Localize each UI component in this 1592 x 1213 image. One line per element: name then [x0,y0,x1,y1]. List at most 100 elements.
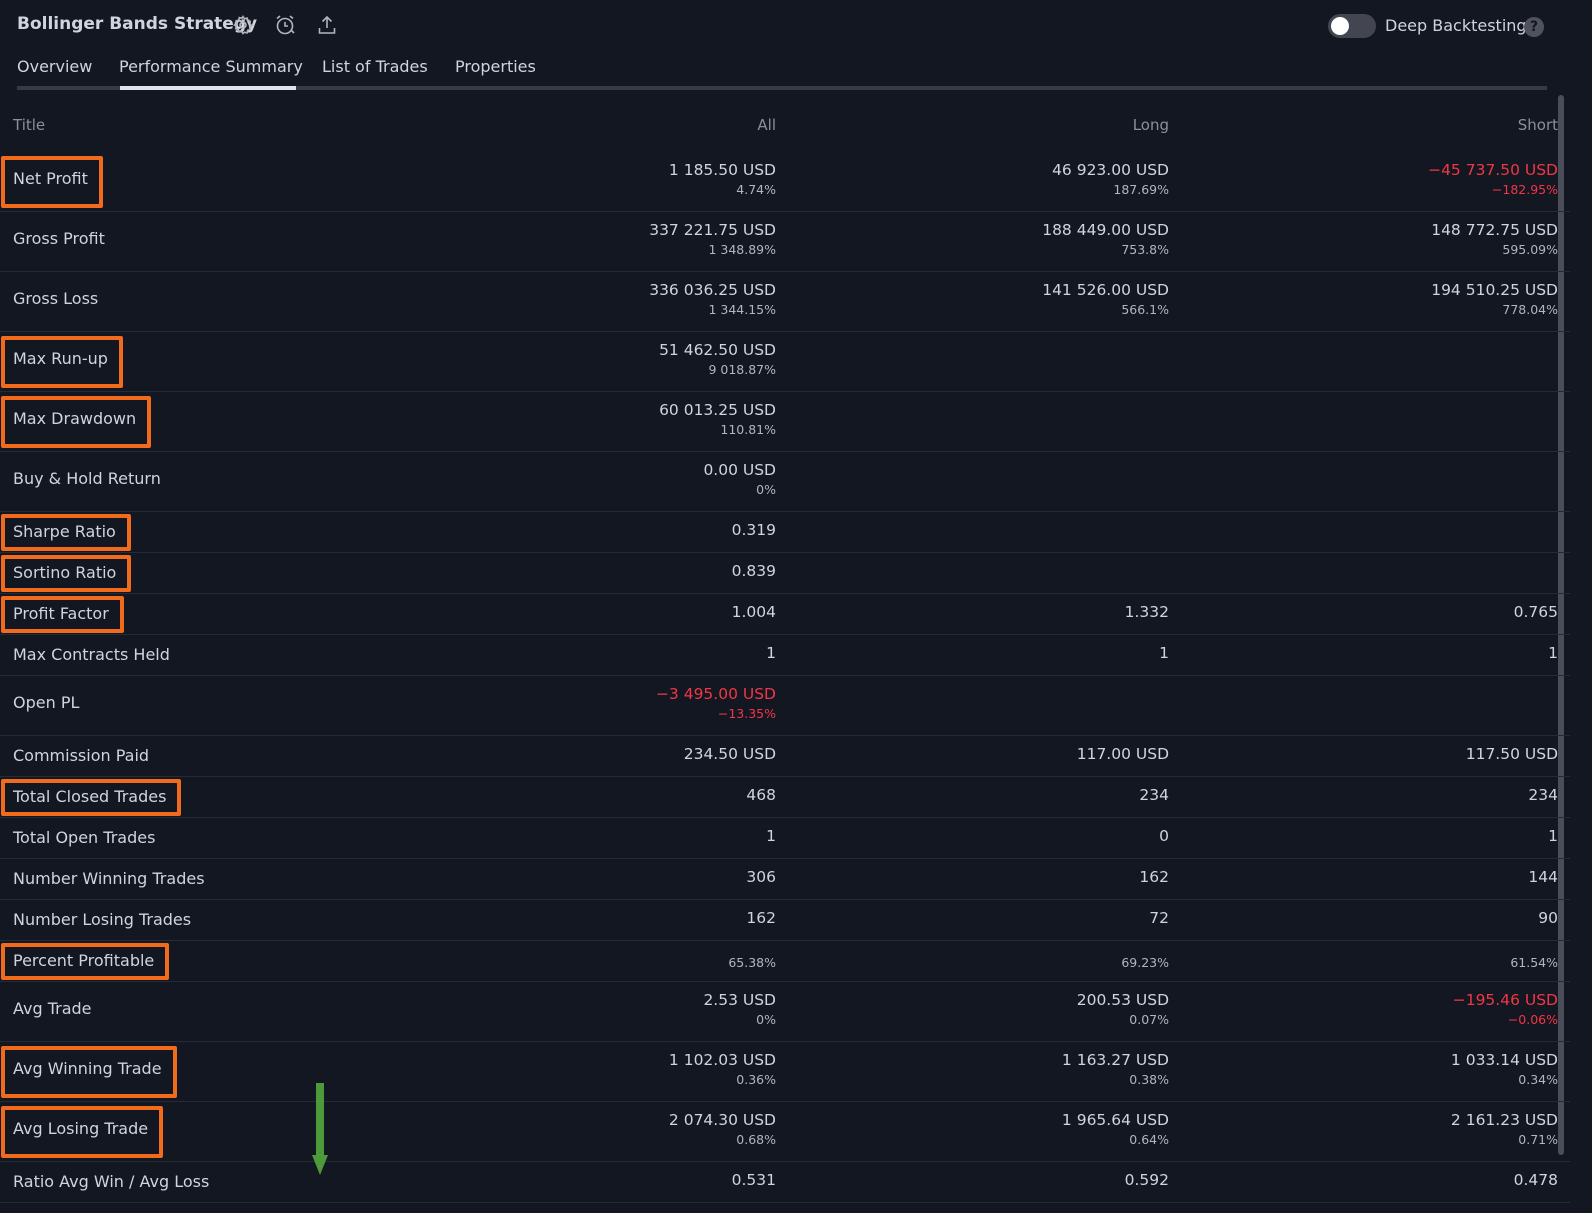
cell-value: 1 [1548,644,1558,662]
cell-long: 0 [1159,827,1169,845]
table-row: Ratio Avg Win / Avg Loss 0.531 0.592 0.478 [0,1162,1570,1203]
cell-all: −3 495.00 USD −13.35% [656,685,776,721]
cell-value: 46 923.00 USD [1052,161,1169,179]
help-icon[interactable]: ? [1524,17,1544,37]
cell-short: 194 510.25 USD 778.04% [1431,281,1558,317]
cell-value: 148 772.75 USD [1431,221,1558,239]
cell-value: 234 [1528,786,1558,804]
table-row: Avg Trade 2.53 USD 0% 200.53 USD 0.07% −195.4… [0,982,1570,1042]
row-title: Sortino Ratio [13,563,117,582]
cell-percent: 61.54% [1510,955,1558,970]
cell-long: 117.00 USD [1077,745,1169,763]
strategy-title[interactable]: Bollinger Bands Strategy [17,14,257,34]
cell-value: 1 [766,827,776,845]
table-row: Total Closed Trades 468 234 234 [0,777,1570,818]
cell-short: 1 033.14 USD 0.34% [1451,1051,1558,1087]
row-title: Buy & Hold Return [13,469,161,488]
row-title: Gross Profit [13,229,105,248]
export-icon[interactable] [316,14,338,36]
table-row: Gross Loss 336 036.25 USD 1 344.15% 141 526… [0,272,1570,332]
active-tab-indicator [120,86,296,90]
row-title: Sharpe Ratio [13,522,116,541]
cell-long: 234 [1139,786,1169,804]
cell-value: 1.004 [731,603,776,621]
cell-all: 0.839 [732,562,776,580]
cell-value: 0.839 [731,562,776,580]
cell-long: 188 449.00 USD 753.8% [1042,221,1169,257]
cell-value: 468 [746,786,776,804]
cell-value: 0 [1159,827,1169,845]
cell-long: 1 965.64 USD 0.64% [1062,1111,1169,1147]
cell-value: 1 [1548,827,1558,845]
cell-percent: 0.71% [1518,1132,1558,1147]
cell-percent: 187.69% [1113,182,1169,197]
cell-short: 2 161.23 USD 0.71% [1451,1111,1558,1147]
table-row: Commission Paid 234.50 USD 117.00 USD 117.5… [0,736,1570,777]
row-title: Avg Trade [13,999,92,1018]
table-row: Avg Winning Trade 1 102.03 USD 0.36% 1 163.… [0,1042,1570,1102]
row-title: Net Profit [13,169,88,188]
col-header-short: Short [1517,116,1558,134]
table-row: Net Profit 1 185.50 USD 4.74% 46 923.00 USD… [0,152,1570,212]
table-body: Net Profit 1 185.50 USD 4.74% 46 923.00 USD… [0,152,1570,1203]
settings-icon[interactable] [232,14,254,36]
tab-performance-summary[interactable]: Performance Summary [119,57,303,76]
cell-value: 162 [746,909,776,927]
tab-list-of-trades[interactable]: List of Trades [322,57,428,76]
tab-properties[interactable]: Properties [455,57,536,76]
performance-table: Title All Long Short Net Profit 1 185.50 … [0,110,1570,1203]
cell-value: 1 102.03 USD [668,1051,776,1069]
cell-value: 200.53 USD [1076,991,1169,1009]
table-row: Sortino Ratio 0.839 [0,553,1570,594]
cell-value: 0.592 [1124,1171,1169,1189]
cell-short: 144 [1528,868,1558,886]
cell-value: −195.46 USD [1452,991,1558,1009]
col-header-title: Title [13,116,46,134]
cell-short: 234 [1528,786,1558,804]
cell-value: 1 163.27 USD [1061,1051,1169,1069]
cell-short: −195.46 USD −0.06% [1453,991,1558,1027]
cell-value: 72 [1149,909,1169,927]
cell-short: 117.50 USD [1466,745,1558,763]
cell-all: 60 013.25 USD 110.81% [659,401,776,437]
cell-percent: 0.38% [1129,1072,1169,1087]
cell-percent: 0.68% [736,1132,776,1147]
table-header-row: Title All Long Short [0,110,1570,152]
cell-percent: 1 344.15% [708,302,776,317]
table-row: Number Losing Trades 162 72 90 [0,900,1570,941]
cell-percent: 69.23% [1121,955,1169,970]
cell-percent: 4.74% [736,182,776,197]
table-row: Buy & Hold Return 0.00 USD 0% [0,452,1570,512]
row-title: Ratio Avg Win / Avg Loss [13,1172,210,1191]
cell-value: 141 526.00 USD [1042,281,1169,299]
cell-value: 117.00 USD [1076,745,1169,763]
alert-clock-icon[interactable] [274,14,296,36]
cell-value: 2.53 USD [703,991,776,1009]
cell-value: 1 [1159,644,1169,662]
cell-value: 1.332 [1124,603,1169,621]
cell-value: 144 [1528,868,1558,886]
cell-all: 1 185.50 USD 4.74% [669,161,776,197]
cell-value: 306 [746,868,776,886]
cell-value: 60 013.25 USD [659,401,776,419]
cell-value: 337 221.75 USD [649,221,776,239]
cell-all: 2 074.30 USD 0.68% [669,1111,776,1147]
cell-percent: −13.35% [717,706,776,721]
cell-percent: 0% [756,482,776,497]
cell-all: 2.53 USD 0% [703,991,776,1027]
cell-percent: −0.06% [1507,1012,1558,1027]
tab-overview[interactable]: Overview [17,57,92,76]
cell-percent: −182.95% [1491,182,1558,197]
cell-percent: 0.36% [736,1072,776,1087]
cell-value: −45 737.50 USD [1428,161,1558,179]
cell-short: 0.478 [1514,1171,1558,1189]
cell-percent: 753.8% [1121,242,1169,257]
table-row: Avg Losing Trade 2 074.30 USD 0.68% 1 965.6… [0,1102,1570,1162]
cell-value: 90 [1538,909,1558,927]
cell-value: 1 [766,644,776,662]
cell-percent: 1 348.89% [708,242,776,257]
cell-value: 0.319 [731,521,776,539]
deep-backtesting-toggle[interactable] [1328,14,1376,38]
cell-short: 90 [1538,909,1558,927]
cell-long: 141 526.00 USD 566.1% [1042,281,1169,317]
